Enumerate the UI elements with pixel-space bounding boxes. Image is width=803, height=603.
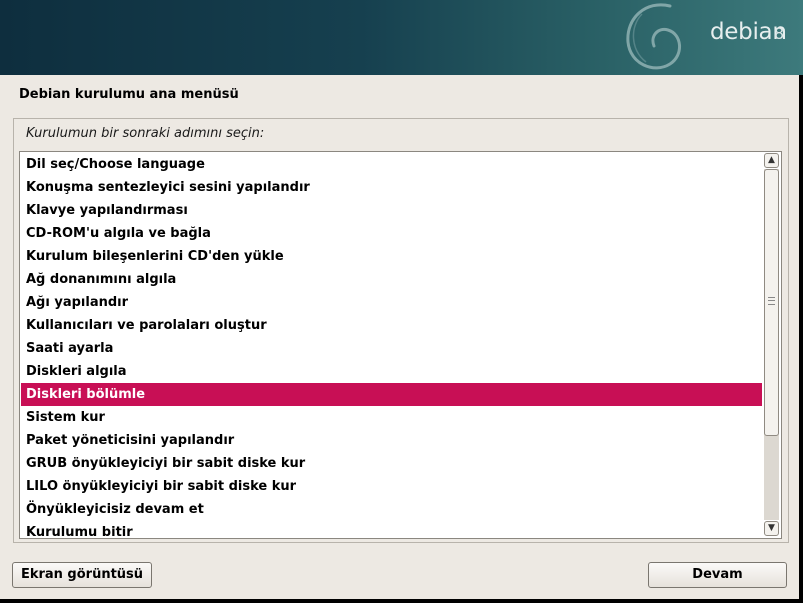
menu-item[interactable]: LILO önyükleyiciyi bir sabit diske kur [21,475,762,498]
menu-item[interactable]: CD-ROM'u algıla ve bağla [21,222,762,245]
menu-item-selected[interactable]: Diskleri bölümle [21,383,762,406]
debian-version: 8 [774,24,785,43]
menu-item[interactable]: GRUB önyükleyiciyi bir sabit diske kur [21,452,762,475]
menu-item[interactable]: Dil seç/Choose language [21,153,762,176]
scroll-down-icon[interactable]: ▼ [764,521,779,536]
menu-item[interactable]: Kullanıcıları ve parolaları oluştur [21,314,762,337]
menu-item[interactable]: Klavye yapılandırması [21,199,762,222]
debian-swirl-icon [626,3,681,70]
menu-item[interactable]: Kurulumu bitir [21,521,762,538]
menu-item[interactable]: Ağ donanımını algıla [21,268,762,291]
menu-prompt: Kurulumun bir sonraki adımını seçin: [26,126,265,141]
menu-item[interactable]: Paket yöneticisini yapılandır [21,429,762,452]
menu-item[interactable]: Saati ayarla [21,337,762,360]
page-title: Debian kurulumu ana menüsü [19,87,239,102]
scroll-up-icon[interactable]: ▲ [764,153,779,168]
debian-banner: debian 8 [0,0,803,75]
menu-item[interactable]: Diskleri algıla [21,360,762,383]
menu-scrollbar[interactable]: ▲ ▼ [763,152,780,538]
menu-item[interactable]: Konuşma sentezleyici sesini yapılandır [21,176,762,199]
continue-button[interactable]: Devam [648,562,787,588]
installer-menu-list[interactable]: Dil seç/Choose language Konuşma sentezley… [19,151,782,539]
window-border-right [799,75,803,603]
scrollbar-thumb[interactable] [764,169,779,436]
scrollbar-grip-icon [768,297,775,305]
menu-item[interactable]: Ağı yapılandır [21,291,762,314]
screenshot-button[interactable]: Ekran görüntüsü [12,562,152,588]
window-border-bottom [0,599,803,603]
menu-item[interactable]: Sistem kur [21,406,762,429]
menu-item[interactable]: Kurulum bileşenlerini CD'den yükle [21,245,762,268]
menu-item[interactable]: Önyükleyicisiz devam et [21,498,762,521]
